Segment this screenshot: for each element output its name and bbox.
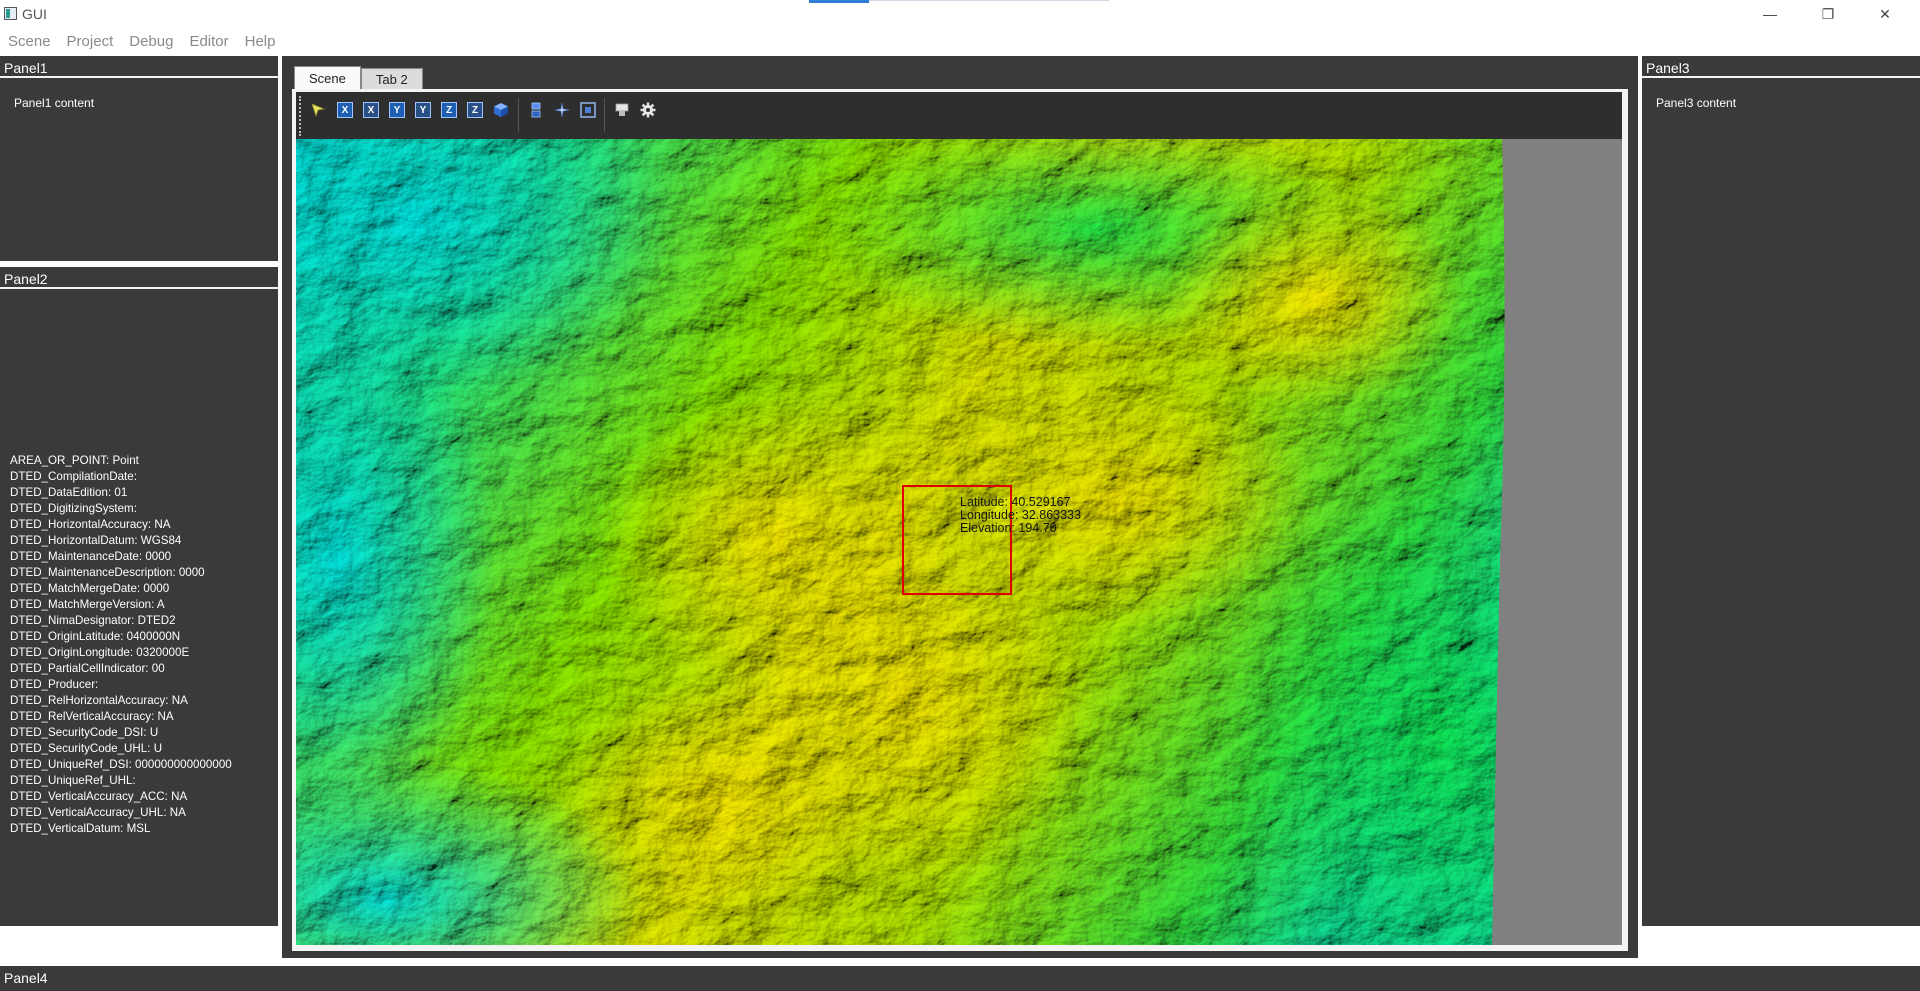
metadata-item: DTED_HorizontalDatum: WGS84 (10, 534, 182, 547)
title-bar: GUI — ❐ ✕ (0, 0, 1920, 28)
toolbar-separator (518, 98, 519, 132)
panel3: Panel3 Panel3 content (1642, 56, 1920, 926)
menu-help[interactable]: Help (237, 30, 284, 54)
view-neg-y-icon[interactable]: Y (415, 102, 431, 118)
panel2-body: AREA_OR_POINT: Point DTED_CompilationDat… (0, 293, 278, 926)
panel4: Panel4 (0, 966, 1920, 991)
metadata-item: DTED_MatchMergeDate: 0000 (10, 582, 170, 595)
minimize-button[interactable]: — (1747, 0, 1793, 28)
view-neg-z-icon[interactable]: Z (467, 102, 483, 118)
metadata-item: DTED_Producer: (10, 678, 99, 691)
tab-scene[interactable]: Scene (294, 66, 361, 89)
metadata-item: DTED_MaintenanceDescription: 0000 (10, 566, 205, 579)
metadata-item: DTED_VerticalAccuracy_UHL: NA (10, 806, 186, 819)
toolbar-grip[interactable] (299, 96, 303, 136)
panel1: Panel1 Panel1 content (0, 56, 278, 261)
metadata-item: DTED_CompilationDate: (10, 470, 137, 483)
view-neg-x-icon[interactable]: X (363, 102, 379, 118)
view-pos-y-icon[interactable]: Y (389, 102, 405, 118)
metadata-item: DTED_HorizontalAccuracy: NA (10, 518, 171, 531)
metadata-item: DTED_OriginLongitude: 0320000E (10, 646, 190, 659)
title-accent-line (869, 0, 1109, 1)
window-title: GUI (22, 6, 47, 22)
metadata-item: DTED_PartialCellIndicator: 00 (10, 662, 165, 675)
panel3-content: Panel3 content (1656, 96, 1737, 110)
probe-elevation: Elevation: 194.70 (960, 521, 1057, 535)
settings-gear-icon[interactable] (640, 102, 656, 118)
app-icon (4, 7, 17, 20)
probe-readout: Latitude: 40.529167 Longitude: 32.863333… (960, 496, 1081, 535)
scene-view-frame: X X Y Y Z Z Latitude: 40.529167 Longitud… (292, 89, 1628, 951)
close-button[interactable]: ✕ (1862, 0, 1908, 28)
metadata-item: DTED_DigitizingSystem: (10, 502, 137, 515)
perspective-cube-icon[interactable] (493, 102, 509, 118)
metadata-item: DTED_RelHorizontalAccuracy: NA (10, 694, 188, 707)
title-accent-bar (809, 0, 869, 3)
view-pos-x-icon[interactable]: X (337, 102, 353, 118)
panel1-title[interactable]: Panel1 (0, 56, 278, 78)
view-pos-z-icon[interactable]: Z (441, 102, 457, 118)
fit-view-icon[interactable] (580, 102, 596, 118)
metadata-item: DTED_DataEdition: 01 (10, 486, 128, 499)
metadata-item: DTED_RelVerticalAccuracy: NA (10, 710, 174, 723)
scene-toolbar: X X Y Y Z Z (296, 92, 1622, 139)
compass-icon[interactable] (554, 102, 570, 118)
menu-project[interactable]: Project (59, 30, 122, 54)
center-dock: Scene Tab 2 X X Y Y Z Z Latitude: 40.529… (282, 56, 1638, 958)
tab-bar: Scene Tab 2 (294, 66, 423, 89)
scene-viewport[interactable]: Latitude: 40.529167 Longitude: 32.863333… (296, 139, 1622, 945)
menu-debug[interactable]: Debug (121, 30, 181, 54)
metadata-item: DTED_VerticalAccuracy_ACC: NA (10, 790, 188, 803)
menu-scene[interactable]: Scene (0, 30, 59, 54)
maximize-button[interactable]: ❐ (1805, 0, 1851, 28)
metadata-item: DTED_NimaDesignator: DTED2 (10, 614, 176, 627)
screenshot-icon[interactable] (614, 102, 630, 118)
panel2-title[interactable]: Panel2 (0, 267, 278, 289)
metadata-item: DTED_MaintenanceDate: 0000 (10, 550, 172, 563)
layers-icon[interactable] (528, 102, 544, 118)
toolbar-separator (604, 98, 605, 132)
metadata-item: DTED_OriginLatitude: 0400000N (10, 630, 181, 643)
panel2: Panel2 AREA_OR_POINT: Point DTED_Compila… (0, 267, 278, 926)
select-arrow-icon[interactable] (310, 102, 326, 118)
metadata-item: DTED_SecurityCode_UHL: U (10, 742, 163, 755)
panel3-title[interactable]: Panel3 (1642, 56, 1920, 78)
tab-2[interactable]: Tab 2 (360, 68, 423, 89)
metadata-item: DTED_VerticalDatum: MSL (10, 822, 151, 835)
panel4-title[interactable]: Panel4 (0, 966, 1920, 988)
metadata-item: AREA_OR_POINT: Point (10, 454, 139, 467)
panel1-content: Panel1 content (14, 96, 95, 110)
metadata-item: DTED_MatchMergeVersion: A (10, 598, 165, 611)
menu-bar: Scene Project Debug Editor Help (0, 30, 283, 54)
metadata-item: DTED_UniqueRef_UHL: (10, 774, 136, 787)
metadata-item: DTED_UniqueRef_DSI: 000000000000000 (10, 758, 232, 771)
metadata-item: DTED_SecurityCode_DSI: U (10, 726, 159, 739)
menu-editor[interactable]: Editor (181, 30, 236, 54)
panel1-body: Panel1 content (0, 82, 278, 261)
metadata-list: AREA_OR_POINT: Point DTED_CompilationDat… (10, 453, 232, 837)
panel3-body: Panel3 content (1642, 82, 1920, 926)
